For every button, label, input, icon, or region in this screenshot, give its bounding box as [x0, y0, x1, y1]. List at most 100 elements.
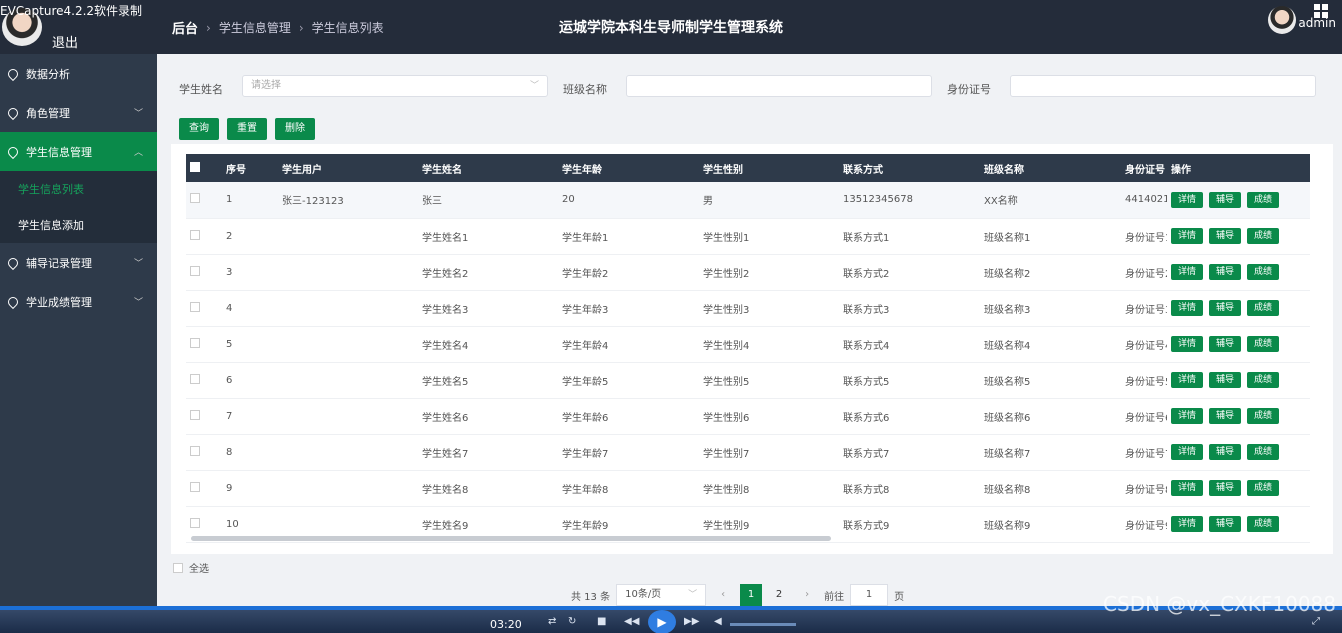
- select-all-checkbox[interactable]: [190, 161, 200, 172]
- row-checkbox[interactable]: [190, 373, 200, 384]
- logout-button[interactable]: 退出: [52, 32, 78, 51]
- chevron-down-icon: ﹀: [688, 590, 698, 600]
- next-page-button[interactable]: ›: [796, 584, 818, 606]
- class-name-input[interactable]: [626, 75, 932, 97]
- student-name-select[interactable]: 请选择 ﹀: [242, 75, 548, 97]
- submenu-student-add[interactable]: 学生信息添加: [0, 207, 157, 243]
- grades-button[interactable]: 成绩: [1247, 300, 1280, 316]
- username[interactable]: admin: [1298, 16, 1336, 30]
- volume-icon[interactable]: ◀: [714, 616, 722, 627]
- tutor-button[interactable]: 辅导: [1209, 264, 1242, 280]
- location-icon: [5, 294, 21, 309]
- grades-button[interactable]: 成绩: [1247, 444, 1280, 460]
- row-checkbox[interactable]: [190, 481, 200, 492]
- query-button[interactable]: 查询: [179, 118, 219, 140]
- chevron-right-icon: ›: [206, 20, 211, 35]
- horizontal-scrollbar[interactable]: [191, 536, 831, 541]
- page-1[interactable]: 1: [740, 584, 763, 606]
- cell-class: 班级名称2: [984, 268, 1031, 280]
- select-all-checkbox-bottom[interactable]: [173, 562, 183, 573]
- cell-phone: 联系方式1: [843, 232, 890, 244]
- breadcrumb-home[interactable]: 后台: [172, 18, 198, 37]
- detail-button[interactable]: 详情: [1171, 516, 1204, 532]
- table-row: 3 学生姓名2 学生年龄2 学生性别2 联系方式2 班级名称2 身份证号2 详情 辅导 成绩: [186, 254, 1310, 290]
- grades-button[interactable]: 成绩: [1247, 191, 1280, 208]
- cell-user: [278, 362, 418, 398]
- fullscreen-icon[interactable]: ⤢: [1312, 616, 1320, 627]
- row-actions: 详情 辅导 成绩: [1167, 506, 1310, 542]
- cell-user: [278, 254, 418, 290]
- row-checkbox[interactable]: [190, 229, 200, 240]
- grades-button[interactable]: 成绩: [1247, 516, 1280, 532]
- row-checkbox[interactable]: [190, 301, 200, 312]
- page-2[interactable]: 2: [768, 584, 790, 606]
- table-row: 4 学生姓名3 学生年龄3 学生性别3 联系方式3 班级名称3 身份证号3 详情 辅导 成绩: [186, 290, 1310, 326]
- row-actions: 详情 辅导 成绩: [1167, 362, 1310, 398]
- sidebar-item-grades[interactable]: 学业成绩管理 ﹀: [0, 282, 157, 321]
- submenu-student-list[interactable]: 学生信息列表: [0, 171, 157, 207]
- row-checkbox[interactable]: [190, 265, 200, 276]
- detail-button[interactable]: 详情: [1171, 264, 1204, 280]
- sidebar-item-label: 学业成绩管理: [26, 295, 92, 309]
- shuffle-icon[interactable]: ⇄: [548, 616, 556, 627]
- sidebar-item-analytics[interactable]: 数据分析: [0, 54, 157, 93]
- detail-button[interactable]: 详情: [1171, 300, 1204, 316]
- user-avatar[interactable]: [1268, 6, 1296, 34]
- detail-button[interactable]: 详情: [1171, 408, 1204, 424]
- tutor-button[interactable]: 辅导: [1209, 408, 1242, 424]
- rewind-icon[interactable]: ◀◀: [624, 616, 639, 627]
- id-number-input[interactable]: [1010, 75, 1316, 97]
- cell-age: 学生年龄8: [562, 484, 609, 496]
- row-checkbox[interactable]: [190, 517, 200, 528]
- tutor-button[interactable]: 辅导: [1209, 228, 1242, 244]
- grades-button[interactable]: 成绩: [1247, 408, 1280, 424]
- tutor-button[interactable]: 辅导: [1209, 480, 1242, 496]
- sidebar-item-students[interactable]: 学生信息管理 ︿: [0, 132, 157, 171]
- row-checkbox[interactable]: [190, 445, 200, 456]
- sidebar-item-tutoring[interactable]: 辅导记录管理 ﹀: [0, 243, 157, 282]
- row-checkbox[interactable]: [190, 193, 200, 204]
- select-all-label: 全选: [189, 564, 209, 575]
- tutor-button[interactable]: 辅导: [1209, 336, 1242, 352]
- grades-button[interactable]: 成绩: [1247, 228, 1280, 244]
- volume-slider[interactable]: [730, 623, 796, 626]
- grades-button[interactable]: 成绩: [1247, 372, 1280, 388]
- repeat-icon[interactable]: ↻: [568, 616, 576, 627]
- row-checkbox[interactable]: [190, 337, 200, 348]
- stop-icon[interactable]: ■: [597, 616, 606, 627]
- tutor-button[interactable]: 辅导: [1209, 516, 1242, 532]
- sidebar-item-roles[interactable]: 角色管理 ﹀: [0, 93, 157, 132]
- tutor-button[interactable]: 辅导: [1209, 444, 1242, 460]
- detail-button[interactable]: 详情: [1171, 444, 1204, 460]
- chevron-down-icon: ﹀: [133, 259, 143, 269]
- delete-button[interactable]: 删除: [275, 118, 315, 140]
- goto-label: 前往: [824, 591, 845, 603]
- grades-button[interactable]: 成绩: [1247, 336, 1280, 352]
- breadcrumb-item[interactable]: 学生信息管理: [219, 19, 291, 36]
- col-idno: 身份证号: [1125, 164, 1165, 176]
- detail-button[interactable]: 详情: [1171, 336, 1204, 352]
- prev-page-button[interactable]: ‹: [712, 584, 734, 606]
- cell-age: 学生年龄3: [562, 304, 609, 316]
- grades-button[interactable]: 成绩: [1247, 264, 1280, 280]
- detail-button[interactable]: 详情: [1171, 228, 1204, 244]
- row-checkbox[interactable]: [190, 409, 200, 420]
- reset-button[interactable]: 重置: [227, 118, 267, 140]
- location-icon: [5, 66, 21, 81]
- play-icon[interactable]: ▶: [648, 610, 676, 633]
- fast-forward-icon[interactable]: ▶▶: [684, 616, 699, 627]
- page-size-value: 10条/页: [625, 589, 662, 600]
- page-size-select[interactable]: 10条/页 ﹀: [616, 584, 707, 606]
- grades-button[interactable]: 成绩: [1247, 480, 1280, 496]
- tutor-button[interactable]: 辅导: [1209, 300, 1242, 316]
- tutor-button[interactable]: 辅导: [1209, 372, 1242, 388]
- cell-user: 张三-123123: [282, 196, 344, 208]
- select-all[interactable]: 全选: [173, 560, 209, 575]
- detail-button[interactable]: 详情: [1171, 191, 1204, 208]
- cell-idno: 身份证号5: [1125, 376, 1167, 388]
- tutor-button[interactable]: 辅导: [1209, 191, 1242, 208]
- detail-button[interactable]: 详情: [1171, 372, 1204, 388]
- cell-index: 3: [226, 266, 233, 278]
- detail-button[interactable]: 详情: [1171, 480, 1204, 496]
- goto-page-input[interactable]: 1: [850, 584, 889, 606]
